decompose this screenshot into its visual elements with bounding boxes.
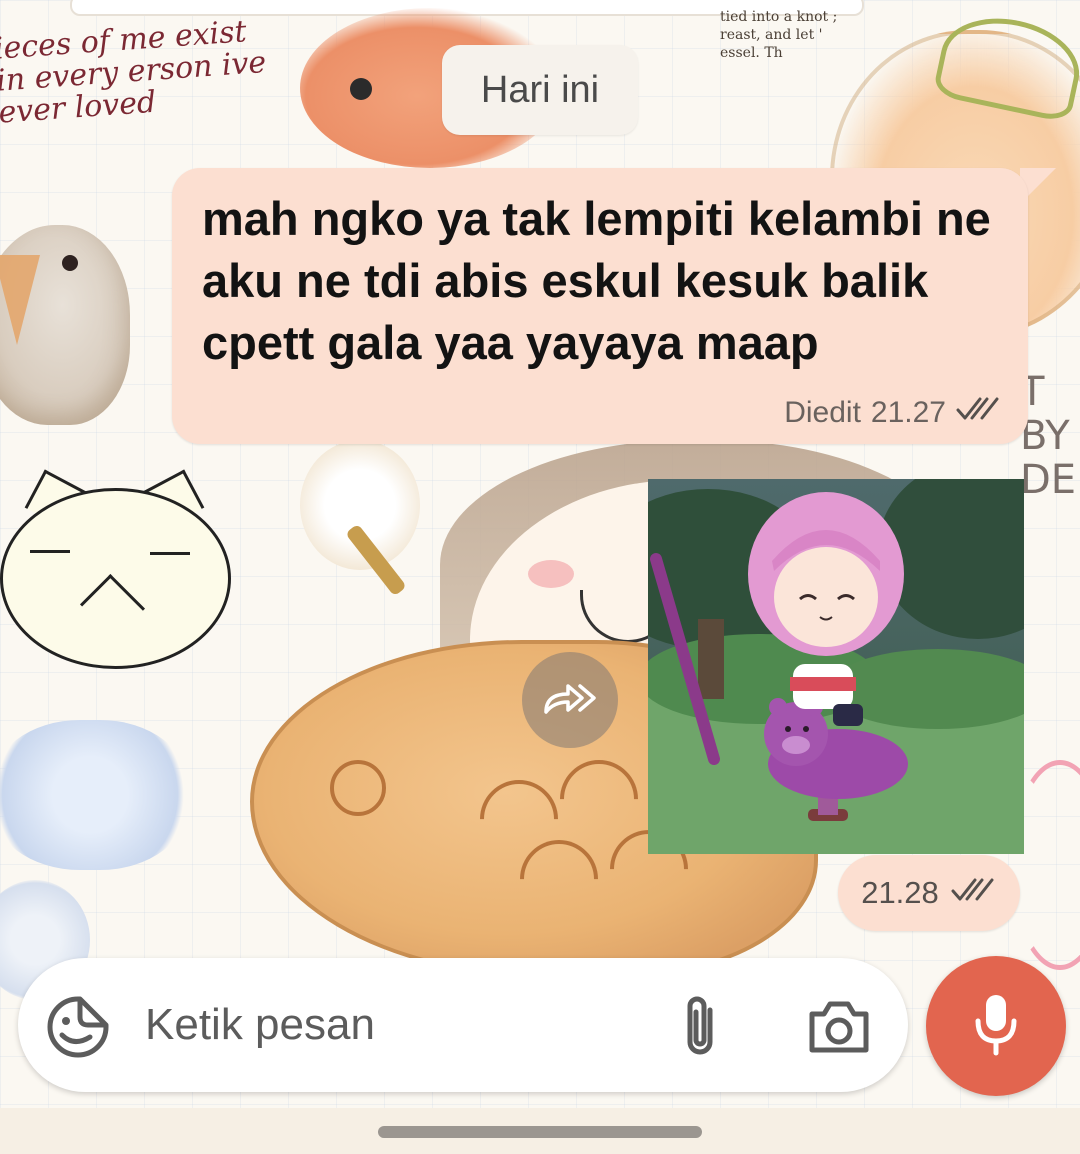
- forward-button[interactable]: [522, 652, 618, 748]
- image-message-picture: [648, 479, 1024, 854]
- double-check-icon: [956, 396, 1002, 430]
- message-time: 21.27: [870, 396, 946, 429]
- message-meta: Diedit 21.27: [784, 396, 1002, 430]
- wallpaper-cat-eye-right: [150, 552, 190, 555]
- edited-label: Diedit: [784, 396, 861, 429]
- wallpaper-side-text: T BY DE: [1020, 369, 1077, 503]
- wallpaper-hamster-eye: [62, 255, 78, 271]
- wallpaper-taiyaki-eye: [330, 760, 386, 816]
- microphone-icon: [972, 991, 1020, 1062]
- sticker-icon[interactable]: [46, 995, 110, 1059]
- image-message-time: 21.28: [861, 875, 939, 910]
- wallpaper-flower-illustration: [0, 720, 190, 870]
- forward-icon: [542, 678, 598, 723]
- wallpaper-cat-eye-left: [30, 550, 70, 553]
- date-divider-chip: Hari ini: [442, 45, 638, 135]
- image-message[interactable]: [648, 479, 1024, 854]
- wallpaper-girl-cheek: [528, 560, 574, 588]
- wallpaper-fish-eye: [350, 78, 372, 100]
- date-divider-label: Hari ini: [480, 68, 600, 111]
- double-check-icon: [951, 875, 997, 911]
- image-time-chip: 21.28: [838, 855, 1020, 931]
- message-input-placeholder[interactable]: Ketik pesan: [145, 1000, 375, 1050]
- wallpaper-handwriting: ieces of me exist in every erson ive eve…: [0, 14, 268, 131]
- camera-icon[interactable]: [806, 998, 872, 1056]
- message-text: mah ngko ya tak lempiti kelambi ne aku n…: [202, 192, 991, 369]
- wallpaper-text-scrap: tied into a knot ; reast, and let ' esse…: [720, 9, 838, 61]
- voice-record-button[interactable]: [926, 956, 1066, 1096]
- home-indicator[interactable]: [378, 1126, 702, 1138]
- paperclip-icon[interactable]: [672, 992, 728, 1060]
